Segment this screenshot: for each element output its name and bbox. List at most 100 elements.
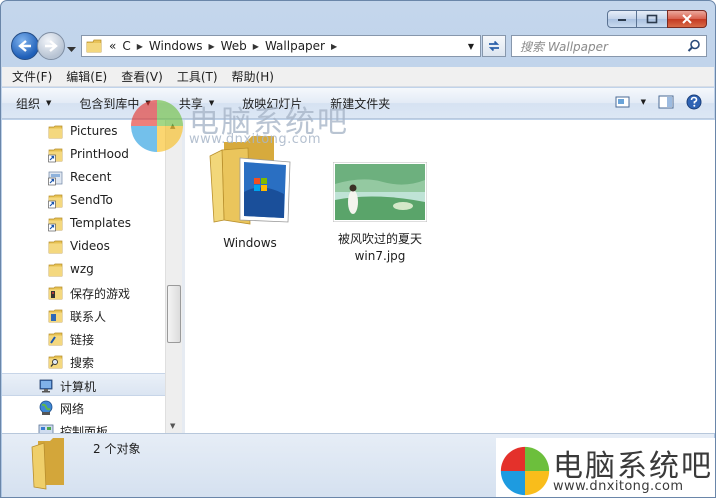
chevron-down-icon[interactable]: ▼ [641, 98, 646, 106]
explorer-window: « C ▶ Windows ▶ Web ▶ Wallpaper ▶ ▼ 搜索 W… [0, 0, 716, 498]
breadcrumb-c[interactable]: C [119, 39, 133, 53]
file-name-line1: 被风吹过的夏天 [337, 232, 422, 246]
menu-tools[interactable]: 工具(T) [177, 68, 218, 85]
breadcrumb-separator-icon[interactable]: ▶ [134, 42, 146, 51]
nav-item-recent[interactable]: Recent [2, 166, 165, 189]
nav-label: 计算机 [60, 380, 97, 394]
back-button[interactable] [11, 32, 39, 60]
breadcrumb-separator-icon[interactable]: ▶ [205, 42, 217, 51]
minimize-button[interactable] [607, 10, 637, 28]
nav-label: PrintHood [70, 147, 129, 161]
preview-pane-icon [658, 95, 674, 109]
scrollbar-thumb[interactable] [167, 285, 181, 343]
nav-label: Templates [70, 216, 132, 230]
address-dropdown-icon[interactable]: ▼ [468, 42, 474, 51]
menu-file[interactable]: 文件(F) [12, 68, 52, 85]
file-name: Windows [223, 236, 277, 250]
change-view-button[interactable]: ▼ [615, 95, 646, 109]
maximize-button[interactable] [636, 10, 668, 28]
search-icon [687, 39, 700, 52]
organize-button[interactable]: 组织 ▼ [16, 95, 51, 112]
nav-item-wzg[interactable]: wzg [2, 258, 165, 281]
network-icon [39, 400, 53, 415]
refresh-button[interactable] [482, 35, 506, 57]
nav-label: SendTo [70, 193, 113, 207]
view-controls: ▼ [603, 94, 702, 110]
menu-help[interactable]: 帮助(H) [232, 68, 274, 85]
command-bar: 组织 ▼ 包含到库中 ▼ 共享 ▼ 放映幻灯片 新建文件夹 ▼ [2, 88, 714, 119]
menu-bar: 文件(F) 编辑(E) 查看(V) 工具(T) 帮助(H) [2, 67, 714, 87]
breadcrumb-wallpaper[interactable]: Wallpaper [262, 39, 328, 53]
folder-icon [48, 263, 63, 277]
maximize-icon [646, 14, 658, 24]
nav-item-sendto[interactable]: SendTo [2, 189, 165, 212]
nav-item-templates[interactable]: Templates [2, 212, 165, 235]
folder-icon [48, 125, 63, 139]
shortcut-folder-icon [48, 194, 63, 209]
minimize-icon [618, 19, 626, 21]
arrow-right-icon [45, 40, 58, 52]
links-icon [48, 332, 63, 346]
nav-label: Pictures [70, 124, 118, 138]
nav-label: 网络 [60, 402, 85, 416]
image-thumbnail-icon [332, 161, 428, 223]
shortcut-folder-icon [48, 217, 63, 232]
nav-item-computer[interactable]: 计算机 [2, 373, 165, 396]
file-item-windows-folder[interactable]: Windows [195, 132, 305, 252]
contacts-icon [48, 309, 63, 323]
folder-icon [86, 39, 102, 53]
nav-item-control-panel[interactable]: 控制面板 [2, 419, 165, 433]
search-input[interactable]: 搜索 Wallpaper [511, 35, 707, 57]
search-placeholder: 搜索 Wallpaper [520, 39, 608, 54]
nav-item-videos[interactable]: Videos [2, 235, 165, 258]
nav-label: Recent [70, 170, 112, 184]
folder-icon [31, 438, 64, 490]
searches-icon [48, 355, 63, 369]
watermark-logo-icon [131, 100, 183, 152]
breadcrumb-separator-icon[interactable]: ▶ [328, 42, 340, 51]
organize-label: 组织 [16, 96, 41, 111]
recent-pages-dropdown[interactable] [67, 42, 76, 56]
close-icon [682, 14, 692, 24]
nav-item-links[interactable]: 链接 [2, 327, 165, 350]
breadcrumb-web[interactable]: Web [218, 39, 250, 53]
file-name-line2: win7.jpg [354, 249, 406, 263]
folder-icon [48, 240, 63, 254]
nav-item-searches[interactable]: 搜索 [2, 350, 165, 373]
watermark-logo-icon [500, 446, 550, 496]
nav-label: wzg [70, 262, 94, 276]
chevron-down-icon [67, 47, 76, 52]
nav-label: 链接 [70, 333, 95, 347]
menu-view[interactable]: 查看(V) [121, 68, 163, 85]
breadcrumb-separator-icon[interactable]: ▶ [250, 42, 262, 51]
help-button[interactable] [686, 94, 702, 110]
file-list[interactable]: Windows 被风吹过的夏天 win7.jpg [185, 120, 715, 433]
nav-item-contacts[interactable]: 联系人 [2, 304, 165, 327]
chevron-down-icon: ▼ [46, 99, 52, 107]
shortcut-folder-icon [48, 171, 63, 186]
computer-icon [39, 379, 53, 393]
address-bar[interactable]: « C ▶ Windows ▶ Web ▶ Wallpaper ▶ ▼ [81, 35, 481, 57]
menu-edit[interactable]: 编辑(E) [66, 68, 107, 85]
nav-label: 联系人 [70, 310, 107, 324]
breadcrumb-overflow[interactable]: « [106, 39, 119, 53]
scroll-down-icon[interactable]: ▼ [170, 422, 175, 430]
nav-item-network[interactable]: 网络 [2, 396, 165, 419]
watermark-url: www.dnxitong.com [553, 479, 684, 494]
forward-button[interactable] [37, 32, 65, 60]
nav-item-saved-games[interactable]: 保存的游戏 [2, 281, 165, 304]
breadcrumb-windows[interactable]: Windows [146, 39, 206, 53]
view-icon [615, 96, 630, 108]
address-row: « C ▶ Windows ▶ Web ▶ Wallpaper ▶ ▼ 搜索 W… [9, 31, 707, 61]
file-item-wallpaper-image[interactable]: 被风吹过的夏天 win7.jpg [325, 161, 435, 265]
nav-label: 控制面板 [60, 425, 109, 433]
preview-pane-button[interactable] [658, 95, 674, 109]
nav-label: Videos [70, 239, 110, 253]
navigation-pane: Pictures PrintHood Recent SendTo Templat… [2, 120, 165, 433]
file-name: 被风吹过的夏天 win7.jpg [325, 231, 435, 265]
navigation-scrollbar[interactable]: ▲ ▼ [165, 120, 182, 433]
nav-label: 搜索 [70, 356, 95, 370]
close-button[interactable] [667, 10, 707, 28]
watermark-url: www.dnxitong.com [189, 132, 322, 147]
control-panel-icon [38, 424, 54, 433]
